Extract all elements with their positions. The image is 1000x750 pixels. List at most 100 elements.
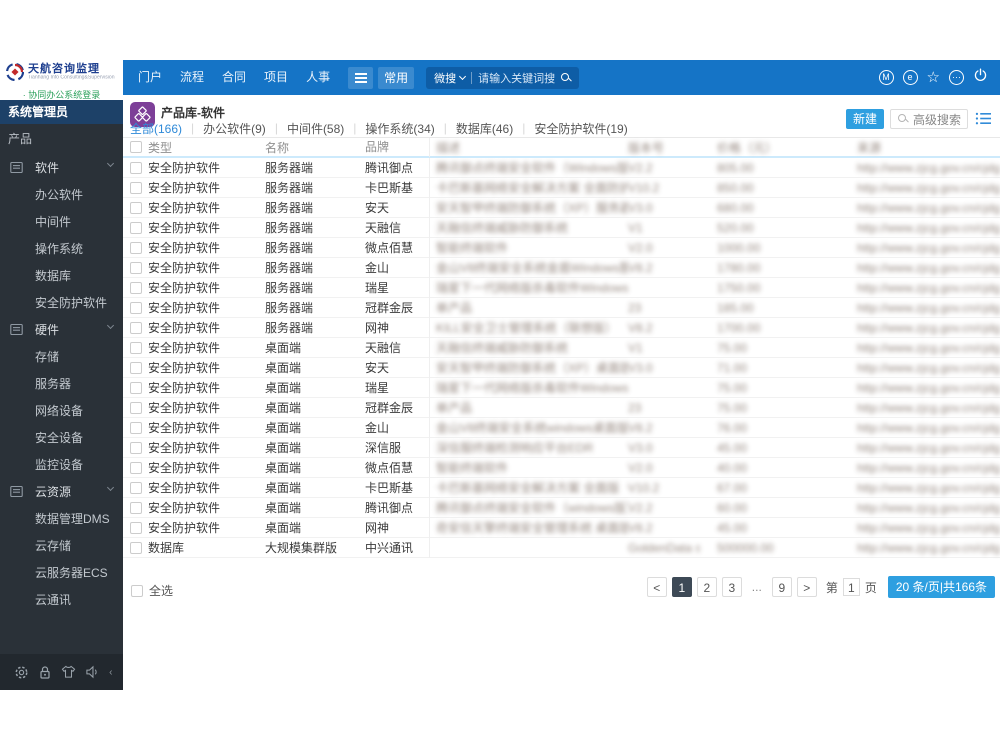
row-checkbox[interactable] [129, 541, 142, 554]
table-row[interactable]: 安全防护软件 桌面端 金山 金山V8终端安全系统windows桌面版 V8.2 … [123, 417, 1000, 438]
page-button[interactable]: 2 [696, 577, 717, 597]
category-tab[interactable]: 安全防护软件(19) [513, 120, 627, 137]
m-badge-icon[interactable]: M [878, 70, 894, 85]
sidebar-item[interactable]: 硬件 [0, 316, 123, 343]
table-row[interactable]: 安全防护软件 服务器端 网神 KILL安全卫士管理系统（联想版） V8.2 17… [123, 317, 1000, 338]
table-row[interactable]: 安全防护软件 服务器端 天融信 天融信终端威胁防御系统 V1 520.00 ht… [123, 217, 1000, 238]
table-row[interactable]: 安全防护软件 桌面端 卡巴斯基 卡巴斯基网络安全解决方案 全面版（KES） - … [123, 477, 1000, 498]
category-tab[interactable]: 中间件(58) [266, 120, 344, 137]
sidebar-item[interactable]: 数据管理DMS [0, 505, 123, 532]
table-row[interactable]: 安全防护软件 桌面端 腾讯御点 腾讯御点终端安全软件（windows版）V2.2… [123, 497, 1000, 518]
row-checkbox[interactable] [129, 421, 142, 434]
sidebar-item[interactable]: 数据库 [0, 262, 123, 289]
row-checkbox[interactable] [129, 181, 142, 194]
page-button[interactable]: < [646, 577, 667, 597]
table-row[interactable]: 安全防护软件 服务器端 卡巴斯基 卡巴斯基网络安全解决方案 全面防护版 V10.… [123, 177, 1000, 198]
theme-shirt-icon[interactable] [61, 665, 76, 679]
table-row[interactable]: 安全防护软件 桌面端 瑞星 瑞星下一代网络版杀毒软件Windows桌面版 75.… [123, 377, 1000, 398]
table-row[interactable]: 安全防护软件 桌面端 网神 奇安信天擎终端安全管理系统 桌面版 V8.2 45.… [123, 517, 1000, 538]
search-input[interactable]: 请输入关键词搜 [478, 70, 555, 86]
category-tab[interactable]: 操作系统(34) [344, 120, 434, 137]
row-checkbox[interactable] [129, 481, 142, 494]
sidebar-item[interactable]: 云资源 [0, 478, 123, 505]
lock-icon[interactable] [38, 665, 52, 680]
search-scope-dropdown[interactable]: 微搜 [434, 70, 467, 86]
more-options-icon[interactable]: ··· [949, 70, 964, 85]
power-logout-icon[interactable] [973, 67, 988, 88]
page-button[interactable]: 1 [671, 577, 692, 597]
row-checkbox[interactable] [129, 441, 142, 454]
category-tab[interactable]: 全部(166) [130, 120, 182, 137]
row-checkbox[interactable] [129, 381, 142, 394]
row-checkbox[interactable] [129, 161, 142, 174]
page-button[interactable]: 3 [721, 577, 742, 597]
sidebar-section-product[interactable]: 产品 [0, 124, 123, 154]
list-view-icon[interactable] [975, 111, 992, 131]
more-modules-button[interactable] [348, 66, 374, 89]
category-tab[interactable]: 办公软件(9) [182, 120, 266, 137]
table-row[interactable]: 安全防护软件 桌面端 冠群金辰 单产品 23 75.00 http://www.… [123, 397, 1000, 418]
sidebar-item[interactable]: 软件 [0, 154, 123, 181]
table-row[interactable]: 安全防护软件 桌面端 微点佰慧 智能终端软件 V2.0 40.00 http:/… [123, 457, 1000, 478]
common-menu-button[interactable]: 常用 [378, 66, 415, 89]
page-button[interactable]: > [796, 577, 817, 597]
sidebar-item[interactable]: 中间件 [0, 208, 123, 235]
row-checkbox[interactable] [129, 501, 142, 514]
table-row[interactable]: 安全防护软件 桌面端 深信服 深信服终端检测响应平台EDR V3.0 45.00… [123, 437, 1000, 458]
page-button[interactable]: ... [747, 577, 767, 597]
table-row[interactable]: 安全防护软件 服务器端 安天 安天智甲终端防御系统（XP）服务器版 V3.0 6… [123, 197, 1000, 218]
select-all-control[interactable]: 全选 [131, 582, 173, 599]
current-page-box[interactable]: 1 [842, 578, 860, 596]
advanced-search-box[interactable]: 高级搜索 [890, 109, 968, 129]
row-checkbox[interactable] [129, 521, 142, 534]
page-button[interactable]: 9 [771, 577, 792, 597]
sidebar-item[interactable]: 云存储 [0, 532, 123, 559]
row-checkbox[interactable] [129, 221, 142, 234]
table-row[interactable]: 安全防护软件 桌面端 天融信 天融信终端威胁防御系统 V1 75.00 http… [123, 337, 1000, 358]
speaker-icon[interactable] [85, 665, 100, 679]
row-checkbox[interactable] [129, 321, 142, 334]
row-checkbox[interactable] [129, 301, 142, 314]
table-row[interactable]: 安全防护软件 桌面端 安天 安天智甲终端防御系统（XP）桌面版 V3.0 71.… [123, 357, 1000, 378]
table-row[interactable]: 安全防护软件 服务器端 微点佰慧 智能终端软件 V2.0 1000.00 htt… [123, 237, 1000, 258]
table-row[interactable]: 安全防护软件 服务器端 冠群金辰 单产品 23 185.00 http://ww… [123, 297, 1000, 318]
sidebar-item[interactable]: 存储 [0, 343, 123, 370]
row-checkbox[interactable] [129, 261, 142, 274]
sidebar-item[interactable]: 安全设备 [0, 424, 123, 451]
page-size-info[interactable]: 20 条/页|共166条 [887, 576, 995, 598]
settings-gear-icon[interactable] [14, 665, 29, 680]
row-checkbox[interactable] [129, 241, 142, 254]
navbar-menu-item[interactable]: 流程 [175, 60, 209, 95]
message-icon[interactable]: e [902, 70, 918, 85]
sidebar-item[interactable]: 操作系统 [0, 235, 123, 262]
favorite-star-icon[interactable]: ☆ [927, 70, 940, 85]
sidebar-item[interactable]: 云通讯 [0, 586, 123, 613]
table-row[interactable]: 安全防护软件 服务器端 金山 金山V8终端安全系统金盾Windows服务器版 V… [123, 257, 1000, 278]
navbar-menu-item[interactable]: 人事 [301, 60, 335, 95]
collapse-sidebar-icon[interactable]: ‹ [109, 667, 112, 678]
select-all-footer-checkbox[interactable] [131, 584, 143, 597]
sidebar-item[interactable]: 网络设备 [0, 397, 123, 424]
sidebar-item[interactable]: 办公软件 [0, 181, 123, 208]
sidebar-item[interactable]: 云服务器ECS [0, 559, 123, 586]
search-icon[interactable] [561, 72, 571, 83]
table-row[interactable]: 数据库 大规模集群版 中兴通讯 GoldenData s... 500000.0… [123, 537, 1000, 558]
navbar-menu-item[interactable]: 项目 [259, 60, 293, 95]
row-checkbox[interactable] [129, 401, 142, 414]
select-all-checkbox[interactable] [129, 141, 142, 153]
navbar-menu-item[interactable]: 门户 [133, 60, 167, 95]
sidebar-item[interactable]: 服务器 [0, 370, 123, 397]
navbar-menu-item[interactable]: 合同 [217, 60, 251, 95]
row-checkbox[interactable] [129, 461, 142, 474]
sidebar-item[interactable]: 安全防护软件 [0, 289, 123, 316]
row-checkbox[interactable] [129, 361, 142, 374]
row-checkbox[interactable] [129, 281, 142, 294]
row-checkbox[interactable] [129, 341, 142, 354]
category-tab[interactable]: 数据库(46) [435, 120, 513, 137]
new-button[interactable]: 新建 [845, 109, 884, 129]
table-row[interactable]: 安全防护软件 服务器端 腾讯御点 腾讯御点终端安全软件（Windows版） V2… [123, 157, 1000, 178]
sidebar-item[interactable]: 监控设备 [0, 451, 123, 478]
hamburger-icon [354, 76, 367, 79]
table-row[interactable]: 安全防护软件 服务器端 瑞星 瑞星下一代网络版杀毒软件Windows版 1750… [123, 277, 1000, 298]
row-checkbox[interactable] [129, 201, 142, 214]
